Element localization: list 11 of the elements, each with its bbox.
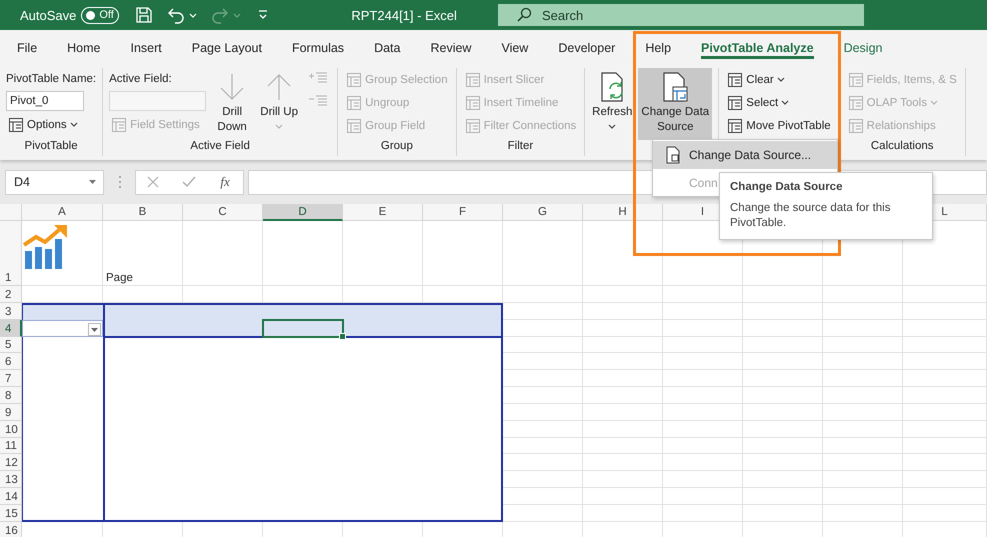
cell-text: Page — [106, 272, 133, 284]
group-label: Calculations — [870, 140, 935, 154]
group-label: PivotTable — [24, 140, 79, 154]
field-caption: PivotTable Name: — [6, 72, 96, 87]
group-label: Filter — [506, 140, 534, 154]
tooltip-title: Change Data Source — [730, 180, 844, 195]
window-title: RPT244[1] - Excel — [351, 8, 457, 22]
field-caption: Active Field: — [109, 72, 173, 87]
group-label: Group — [380, 140, 414, 154]
group-label: Active Field — [189, 140, 251, 154]
autosave-label: AutoSave — [20, 8, 76, 22]
